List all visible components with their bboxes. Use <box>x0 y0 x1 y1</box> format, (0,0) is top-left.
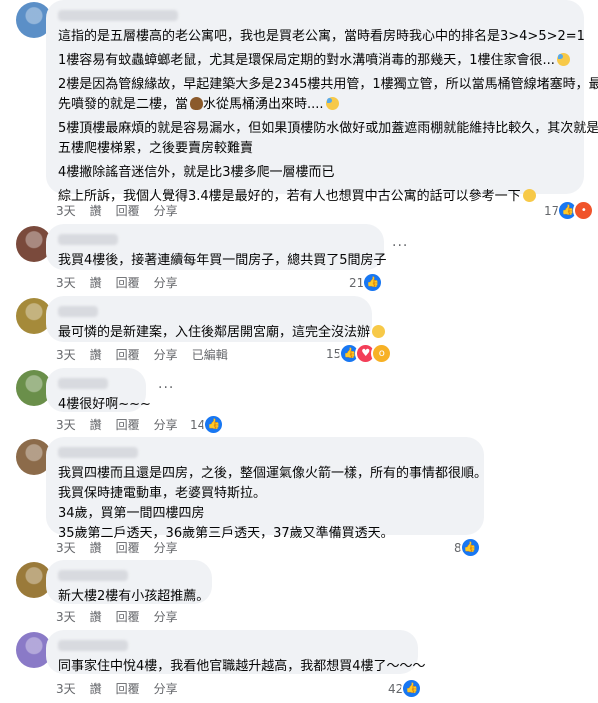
reaction-summary[interactable]: 15 👍 ♥ o <box>322 342 395 365</box>
author-name[interactable] <box>58 306 98 317</box>
share-button[interactable]: 分享 <box>154 202 178 219</box>
like-button[interactable]: 讚 <box>90 274 102 291</box>
comment-text: 34歲，買第一間四樓四房 <box>58 506 205 521</box>
reply-button[interactable]: 回覆 <box>116 274 140 291</box>
comment-actions: 3天 讚 回覆 分享 已編輯 <box>56 346 228 363</box>
reaction-summary[interactable]: 8 👍 <box>450 536 483 559</box>
author-name[interactable] <box>58 570 128 581</box>
reply-button[interactable]: 回覆 <box>116 202 140 219</box>
like-button[interactable]: 讚 <box>90 346 102 363</box>
like-button[interactable]: 讚 <box>90 680 102 697</box>
like-icon: 👍 <box>459 537 481 558</box>
comment-bubble: 4樓很好啊~~~ <box>46 368 151 412</box>
share-button[interactable]: 分享 <box>154 416 178 433</box>
reaction-summary[interactable]: 17 👍 • <box>540 199 597 222</box>
comment-bubble: 我買4樓後，接著連續每年買一間房子，總共買了5間房子 <box>46 224 387 270</box>
comment-text: 我買四樓而且還是四房，之後，整個運氣像火箭一樣，所有的事情都很順。 <box>58 466 488 481</box>
author-name[interactable] <box>58 234 118 245</box>
reaction-summary[interactable]: 21 👍 <box>345 271 386 294</box>
share-button[interactable]: 分享 <box>154 608 178 625</box>
comment-bubble: 最可憐的是新建案，入住後鄰居開宮廟，這完全沒法辦 <box>46 296 386 343</box>
angry-icon: • <box>573 200 595 221</box>
comment-text: 五樓爬樓梯累，之後要賣房較難賣 <box>58 141 254 156</box>
timestamp[interactable]: 3天 <box>56 202 76 219</box>
anxious-face-icon <box>556 53 570 66</box>
timestamp[interactable]: 3天 <box>56 608 76 625</box>
reaction-summary[interactable]: 14 👍 <box>186 413 227 436</box>
reply-button[interactable]: 回覆 <box>116 346 140 363</box>
comment-text: 這指的是五層樓高的老公寓吧，我也是買老公寓，當時看房時我心中的排名是3>4>5>… <box>58 29 585 44</box>
reply-button[interactable]: 回覆 <box>116 539 140 556</box>
like-button[interactable]: 讚 <box>90 202 102 219</box>
share-button[interactable]: 分享 <box>154 539 178 556</box>
grinning-face-icon <box>522 189 536 202</box>
timestamp[interactable]: 3天 <box>56 539 76 556</box>
like-button[interactable]: 讚 <box>90 608 102 625</box>
comment-text: 4樓很好啊~~~ <box>58 397 151 412</box>
comment-text: 我買4樓後，接著連續每年買一間房子，總共買了5間房子 <box>58 253 387 268</box>
comment-actions: 3天 讚 回覆 分享 <box>56 416 178 433</box>
edited-label: 已編輯 <box>191 348 228 362</box>
author-name[interactable] <box>58 10 178 21</box>
comment-text: 新大樓2樓有小孩超推薦。 <box>58 589 210 604</box>
more-options-button[interactable]: ··· <box>392 238 408 254</box>
like-button[interactable]: 讚 <box>90 539 102 556</box>
like-icon: 👍 <box>401 678 423 699</box>
grinning-face-icon <box>372 325 386 338</box>
comment-text: 2樓是因為管線緣故，早起建築大多是2345樓共用管，1樓獨立管，所以當馬桶管線堵… <box>58 77 598 92</box>
wow-icon: o <box>371 343 393 364</box>
comment-actions: 3天 讚 回覆 分享 <box>56 274 178 291</box>
comment-actions: 3天 讚 回覆 分享 <box>56 539 178 556</box>
share-button[interactable]: 分享 <box>154 346 178 363</box>
author-name[interactable] <box>58 378 108 389</box>
reaction-summary[interactable]: 42 👍 <box>384 677 425 700</box>
reply-button[interactable]: 回覆 <box>116 680 140 697</box>
timestamp[interactable]: 3天 <box>56 416 76 433</box>
comment-text: 4樓撇除謠音迷信外，就是比3樓多爬一層樓而已 <box>58 165 335 180</box>
comment-text: 5樓頂樓最麻煩的就是容易漏水，但如果頂樓防水做好或加蓋遮雨棚就能維持比較久，其次… <box>58 121 598 136</box>
comment-bubble: 同事家住中悅4樓，我看他官職越升越高，我都想買4樓了～～～ <box>46 630 426 674</box>
comment-text: 我買保時捷電動車，老婆買特斯拉。 <box>58 486 267 501</box>
comment-actions: 3天 讚 回覆 分享 <box>56 202 178 219</box>
author-name[interactable] <box>58 640 128 651</box>
author-name[interactable] <box>58 447 138 458</box>
comment-text: 同事家住中悅4樓，我看他官職越升越高，我都想買4樓了～～～ <box>58 659 426 674</box>
more-options-button[interactable]: ··· <box>158 380 174 396</box>
timestamp[interactable]: 3天 <box>56 274 76 291</box>
timestamp[interactable]: 3天 <box>56 346 76 363</box>
comment-text: 先噴發的就是二樓，當 水從馬桶湧出來時.... <box>58 95 572 115</box>
like-icon: 👍 <box>362 272 384 293</box>
comment-text: 最可憐的是新建案，入住後鄰居開宮廟，這完全沒法辦 <box>58 323 386 343</box>
comment-actions: 3天 讚 回覆 分享 <box>56 680 178 697</box>
comment-bubble: 這指的是五層樓高的老公寓吧，我也是買老公寓，當時看房時我心中的排名是3>4>5>… <box>46 0 598 204</box>
poop-icon <box>190 97 204 110</box>
reply-button[interactable]: 回覆 <box>116 608 140 625</box>
share-button[interactable]: 分享 <box>154 680 178 697</box>
comment-bubble: 新大樓2樓有小孩超推薦。 <box>46 560 212 604</box>
share-button[interactable]: 分享 <box>154 274 178 291</box>
like-button[interactable]: 讚 <box>90 416 102 433</box>
comment-text: 1樓容易有蚊蟲蟑螂老鼠，尤其是環保局定期的對水溝噴消毒的那幾天，1樓住家會很..… <box>58 51 572 71</box>
timestamp[interactable]: 3天 <box>56 680 76 697</box>
comment-bubble: 我買四樓而且還是四房，之後，整個運氣像火箭一樣，所有的事情都很順。 我買保時捷電… <box>46 437 488 541</box>
like-icon: 👍 <box>203 414 225 435</box>
comment-actions: 3天 讚 回覆 分享 <box>56 608 178 625</box>
anxious-face-icon <box>325 97 339 110</box>
reply-button[interactable]: 回覆 <box>116 416 140 433</box>
